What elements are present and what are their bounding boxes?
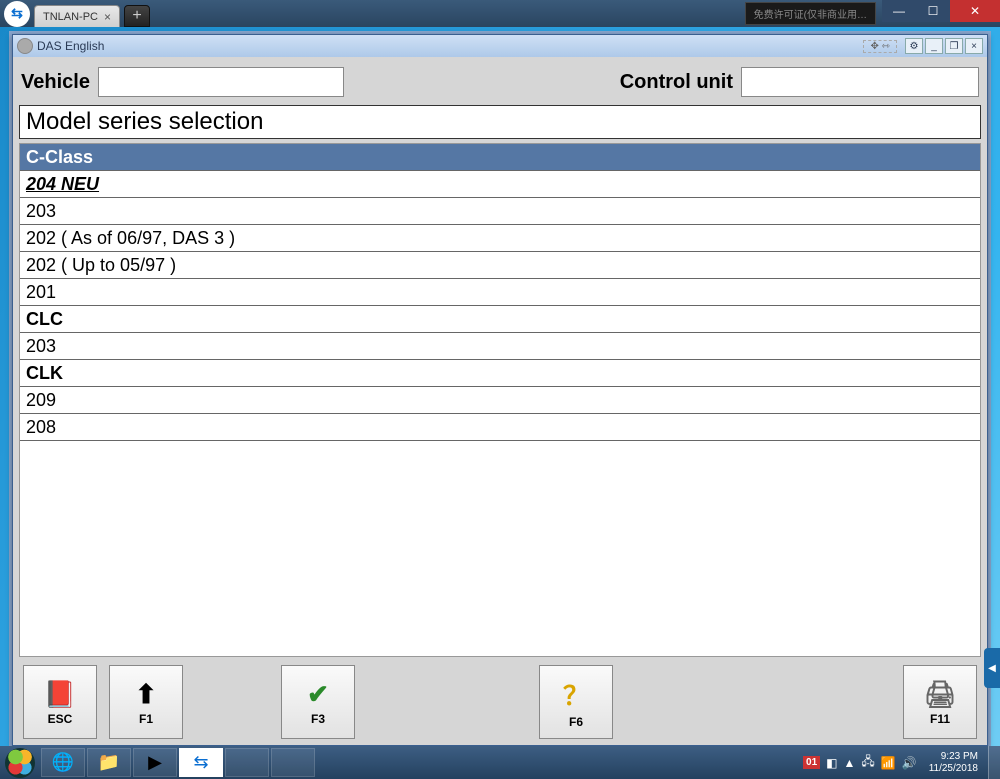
list-item[interactable]: CLC	[20, 306, 980, 333]
clock[interactable]: 9:23 PM 11/25/2018	[923, 751, 984, 775]
help-icon: ？	[563, 676, 589, 713]
remote-desktop: DAS English ✥ ⇿ ⚙ _ ❐ × Vehicle Control …	[0, 27, 1000, 746]
time-text: 9:23 PM	[929, 751, 978, 763]
list-item[interactable]: 203	[20, 333, 980, 360]
fkey-label: F3	[311, 712, 325, 726]
show-desktop-button[interactable]	[988, 746, 1000, 779]
list-item[interactable]: 204 NEU	[20, 171, 980, 198]
network-icon[interactable]: 🖧	[861, 752, 874, 773]
f11-button[interactable]: 🖨 F11	[903, 665, 977, 739]
list-item[interactable]: 201	[20, 279, 980, 306]
close-icon[interactable]: ×	[104, 10, 111, 24]
das-window: DAS English ✥ ⇿ ⚙ _ ❐ × Vehicle Control …	[12, 34, 988, 746]
f3-button[interactable]: ✔ F3	[281, 665, 355, 739]
signal-icon[interactable]: 📶	[881, 756, 896, 770]
das-titlebar[interactable]: DAS English ✥ ⇿ ⚙ _ ❐ ×	[13, 35, 987, 57]
remote-tab[interactable]: TNLAN-PC ×	[34, 5, 120, 27]
list-item[interactable]: 209	[20, 387, 980, 414]
tab-label: TNLAN-PC	[43, 11, 98, 23]
inner-minimize-button[interactable]: _	[925, 38, 943, 54]
exit-icon: 📕	[44, 679, 76, 710]
esc-button[interactable]: 📕 ESC	[23, 665, 97, 739]
add-tab-button[interactable]: +	[124, 5, 150, 27]
start-button[interactable]	[0, 746, 40, 779]
list-item[interactable]: CLK	[20, 360, 980, 387]
maximize-button[interactable]: ☐	[916, 0, 950, 22]
fkey-label: F1	[139, 712, 153, 726]
inner-restore-button[interactable]: ❐	[945, 38, 963, 54]
lang-indicator[interactable]: 01	[803, 756, 820, 769]
list-item[interactable]: 202 ( Up to 05/97 )	[20, 252, 980, 279]
move-handle-icon[interactable]: ✥ ⇿	[863, 40, 897, 53]
windows-taskbar: 🌐 📁 ▶ ⇆ 01 ◧ ▲ 🖧 📶 🔊 9:23 PM 11/25/2018	[0, 746, 1000, 779]
fkey-label: F11	[930, 712, 950, 726]
close-button[interactable]: ✕	[950, 0, 1000, 22]
control-unit-field[interactable]	[741, 67, 979, 97]
taskbar-app[interactable]	[225, 748, 269, 777]
flag-icon[interactable]: ▲	[844, 756, 856, 770]
list-item[interactable]: 208	[20, 414, 980, 441]
teamviewer-logo-icon: ⇆	[4, 1, 30, 27]
app-title: DAS English	[37, 39, 104, 53]
taskbar-ie[interactable]: 🌐	[41, 748, 85, 777]
inner-close-button[interactable]: ×	[965, 38, 983, 54]
mercedes-icon	[17, 38, 33, 54]
list-item[interactable]: 203	[20, 198, 980, 225]
gear-icon[interactable]: ⚙	[905, 38, 923, 54]
teamviewer-titlebar: ⇆ TNLAN-PC × + 免费许可证(仅非商业用… — ☐ ✕	[0, 0, 1000, 27]
f6-button[interactable]: ？ F6	[539, 665, 613, 739]
taskbar-app2[interactable]	[271, 748, 315, 777]
teamviewer-side-tab[interactable]: ◀	[984, 648, 1000, 688]
system-tray[interactable]: 01 ◧ ▲ 🖧 📶 🔊 9:23 PM 11/25/2018	[799, 751, 988, 775]
taskbar-teamviewer[interactable]: ⇆	[179, 748, 223, 777]
vehicle-label: Vehicle	[21, 71, 90, 94]
fkey-label: F6	[569, 715, 583, 729]
f1-button[interactable]: ⬆ F1	[109, 665, 183, 739]
check-icon: ✔	[307, 679, 329, 710]
section-title: Model series selection	[19, 105, 981, 139]
license-status: 免费许可证(仅非商业用…	[745, 2, 876, 25]
model-series-list[interactable]: C-Class204 NEU203202 ( As of 06/97, DAS …	[19, 143, 981, 657]
taskbar-explorer[interactable]: 📁	[87, 748, 131, 777]
volume-icon[interactable]: 🔊	[902, 756, 917, 770]
up-arrow-icon: ⬆	[135, 679, 157, 710]
vehicle-field[interactable]	[98, 67, 344, 97]
header-row: Vehicle Control unit	[19, 63, 981, 101]
minimize-button[interactable]: —	[882, 0, 916, 22]
list-item[interactable]: C-Class	[20, 144, 980, 171]
fkey-label: ESC	[48, 712, 73, 726]
control-unit-label: Control unit	[620, 71, 733, 94]
date-text: 11/25/2018	[929, 763, 978, 775]
tray-icon[interactable]: ◧	[826, 756, 837, 770]
list-item[interactable]: 202 ( As of 06/97, DAS 3 )	[20, 225, 980, 252]
printer-icon: 🖨	[923, 679, 956, 710]
taskbar-media[interactable]: ▶	[133, 748, 177, 777]
function-key-row: 📕 ESC ⬆ F1 ✔ F3 ？ F6	[19, 661, 981, 739]
